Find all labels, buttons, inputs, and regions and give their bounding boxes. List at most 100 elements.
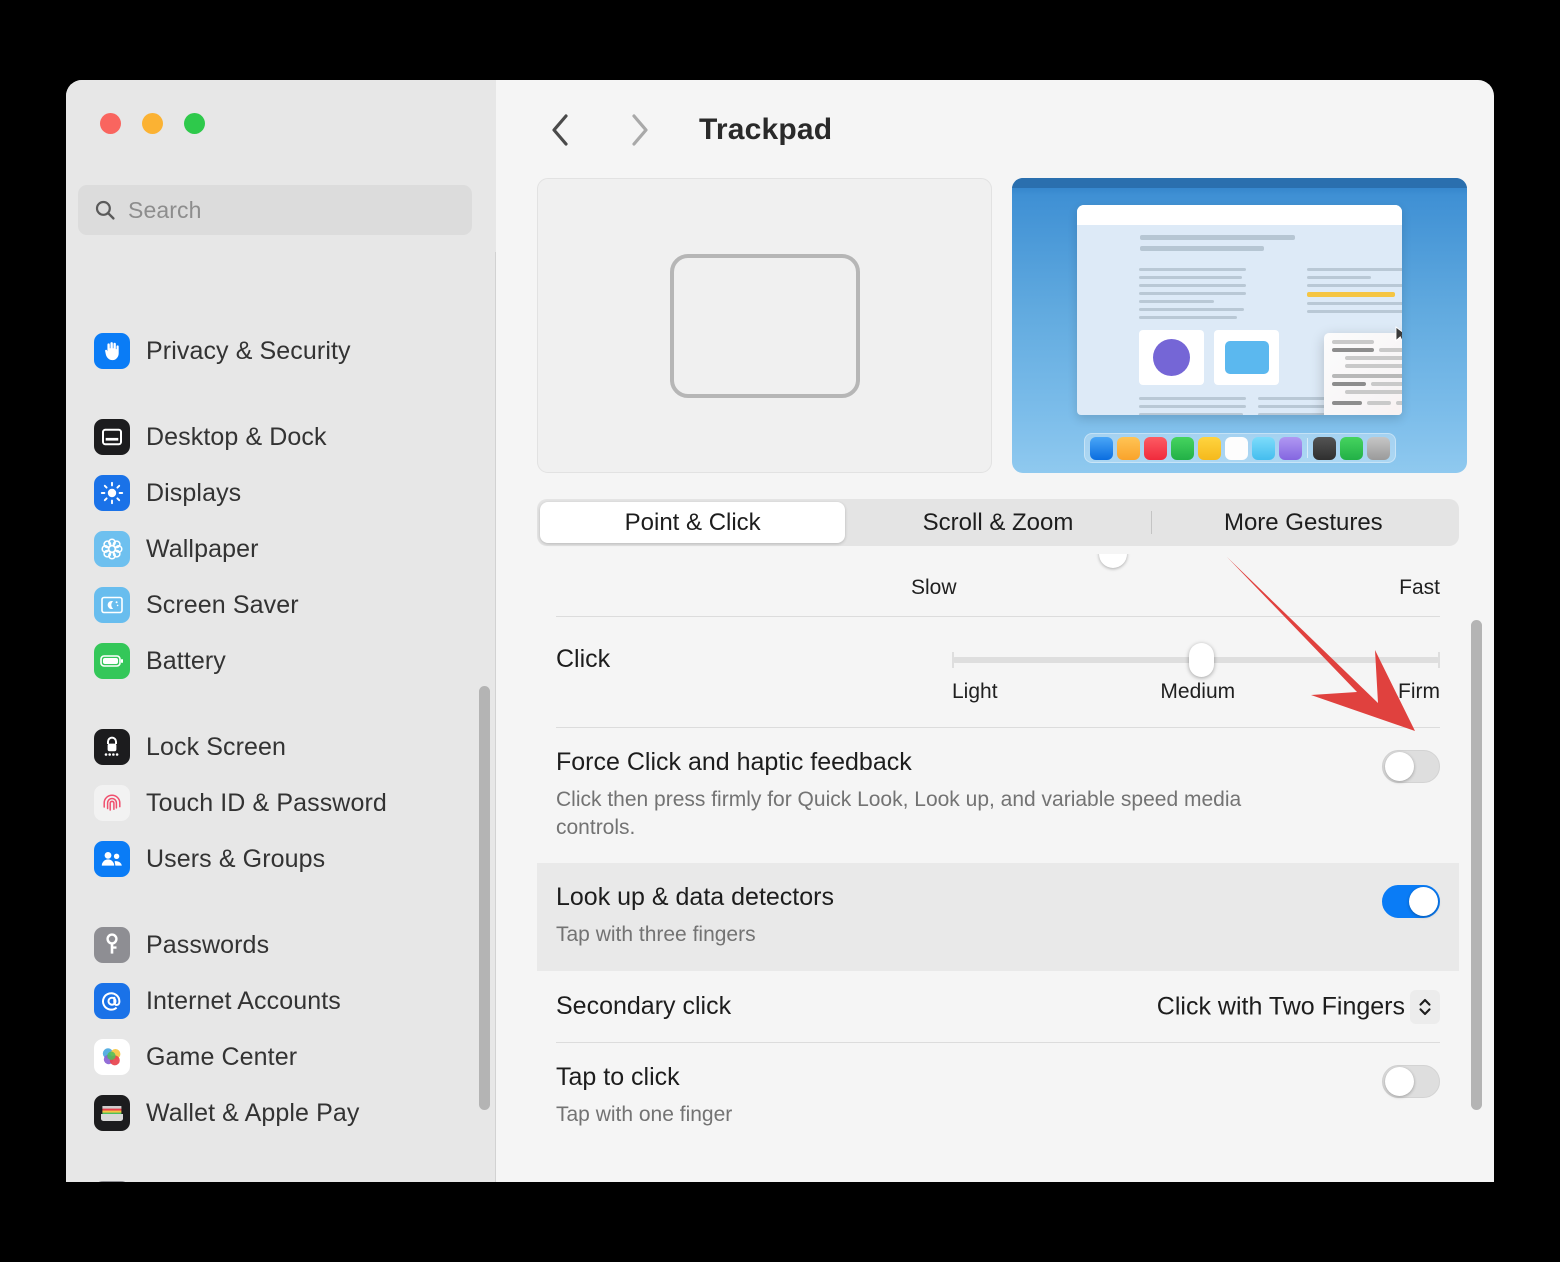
preview-text-col-right [1307,268,1402,318]
click-slider-ticks: Light Medium Firm [952,680,1440,704]
dock-separator [1306,438,1308,458]
content-toolbar: Trackpad [496,80,1494,180]
settings-list: Slow Fast Click Light Medium Firm Force … [537,554,1459,1145]
preview-dock [1083,433,1396,463]
sidebar-group-security: Lock Screen Touch ID & Password Users & … [66,719,496,887]
sidebar-scrollbar[interactable] [479,686,490,1110]
search-container[interactable]: Search [78,185,472,235]
window-traffic-lights[interactable] [100,113,205,134]
sidebar-item-lock-screen[interactable]: Lock Screen [66,719,496,775]
sidebar-item-battery[interactable]: Battery [66,633,496,689]
content-scrollbar[interactable] [1471,620,1482,1110]
tap-to-click-subtitle: Tap with one finger [556,1103,733,1127]
forward-button[interactable] [611,102,667,158]
maximize-button[interactable] [184,113,205,134]
back-button[interactable] [533,102,589,158]
preview-card-rect [1214,330,1279,385]
tab-label: Point & Click [624,508,761,536]
sidebar-group-input: Keyboard Mouse [66,1171,496,1182]
preview-window-titlebar [1077,205,1402,225]
page-title: Trackpad [699,113,833,146]
sidebar-nav-list[interactable]: Privacy & Security Desktop & Dock Displa… [66,80,496,1182]
sidebar-item-privacy-security[interactable]: Privacy & Security [66,323,496,379]
sidebar-group-privacy: Privacy & Security [66,323,496,379]
secondary-click-title: Secondary click [556,992,732,1021]
sidebar-item-internet-accounts[interactable]: Internet Accounts [66,973,496,1029]
click-slider-track[interactable] [952,643,1440,677]
sidebar-item-label: Wallpaper [146,534,259,563]
tracking-speed-knob[interactable] [1099,554,1127,568]
dock-icon [1197,436,1221,460]
sidebar-item-label: Lock Screen [146,732,287,761]
sidebar-divider [495,252,496,1182]
force-click-subtitle: Click then press firmly for Quick Look, … [556,788,1242,839]
sidebar-item-desktop-dock[interactable]: Desktop & Dock [66,409,496,465]
search-input[interactable]: Search [78,185,472,235]
minimize-button[interactable] [142,113,163,134]
preview-lookup-popover [1324,333,1402,415]
tab-divider [1150,511,1152,534]
sidebar-item-label: Passwords [146,930,270,959]
secondary-click-row[interactable]: Secondary click Click with Two Fingers [537,971,1459,1042]
click-slider-knob[interactable] [1188,643,1214,677]
sidebar-item-label: Wallet & Apple Pay [146,1098,360,1127]
tab-label: Scroll & Zoom [922,508,1074,536]
moon-stars-icon [94,587,130,623]
force-click-title: Force Click and haptic feedback [556,748,912,776]
sidebar-item-wallpaper[interactable]: Wallpaper [66,521,496,577]
search-icon [94,199,116,221]
look-up-subtitle: Tap with three fingers [556,923,756,947]
click-mid-label: Medium [1160,680,1236,703]
battery-icon [94,643,130,679]
preview-window [1077,205,1402,415]
fingerprint-icon [94,785,130,821]
lock-icon [94,729,130,765]
system-settings-window: Privacy & Security Desktop & Dock Displa… [66,80,1494,1182]
secondary-click-value[interactable]: Click with Two Fingers [1157,992,1405,1021]
sidebar-item-keyboard[interactable]: Keyboard [66,1171,496,1182]
tap-to-click-row[interactable]: Tap to click Tap with one finger [537,1043,1459,1145]
dock-icon [1170,436,1194,460]
desktop-dock-icon [94,419,130,455]
click-row[interactable]: Click Light Medium Firm [537,617,1459,727]
sidebar-group-divider [66,689,496,719]
tab-scroll-and-zoom[interactable]: Scroll & Zoom [845,502,1150,543]
click-label: Click [556,645,611,673]
close-button[interactable] [100,113,121,134]
dock-icon [1224,436,1248,460]
game-center-balloons-icon [94,1039,130,1075]
tab-point-and-click[interactable]: Point & Click [540,502,846,543]
look-up-row[interactable]: Look up & data detectors Tap with three … [537,863,1459,972]
sidebar-item-game-center[interactable]: Game Center [66,1029,496,1085]
sidebar-item-screen-saver[interactable]: Screen Saver [66,577,496,633]
look-up-title: Look up & data detectors [556,883,834,912]
sidebar-item-passwords[interactable]: Passwords [66,917,496,973]
sidebar-group-accounts: Passwords Internet Accounts Game Center [66,917,496,1141]
force-click-row[interactable]: Force Click and haptic feedback Click th… [537,728,1459,863]
tab-more-gestures[interactable]: More Gestures [1150,502,1456,543]
sidebar-item-wallet-apple-pay[interactable]: Wallet & Apple Pay [66,1085,496,1141]
sidebar-item-touch-id[interactable]: Touch ID & Password [66,775,496,831]
dock-icon [1366,436,1390,460]
tracking-speed-row[interactable]: Slow Fast [537,554,1459,616]
dock-icon [1251,436,1275,460]
segmented-tabs[interactable]: Point & Click Scroll & Zoom More Gesture… [537,499,1459,546]
sidebar-item-label: Displays [146,478,242,507]
sidebar-group-divider [66,887,496,917]
sidebar-item-users-groups[interactable]: Users & Groups [66,831,496,887]
click-slider[interactable]: Light Medium Firm [952,643,1440,704]
sidebar-item-displays[interactable]: Displays [66,465,496,521]
force-click-toggle[interactable] [1382,750,1440,783]
preview-window-body [1077,225,1402,415]
chevron-up-down-icon[interactable] [1410,989,1440,1024]
sidebar-group-divider [66,1141,496,1171]
tap-to-click-toggle[interactable] [1382,1065,1440,1099]
look-up-toggle[interactable] [1382,885,1440,919]
preview-media-cards [1139,330,1279,385]
tracking-speed-min-label: Slow [911,576,957,599]
dock-icon [1312,436,1336,460]
dock-icon [1116,436,1140,460]
brightness-icon [94,475,130,511]
people-icon [94,841,130,877]
click-max-label: Firm [1398,680,1440,703]
